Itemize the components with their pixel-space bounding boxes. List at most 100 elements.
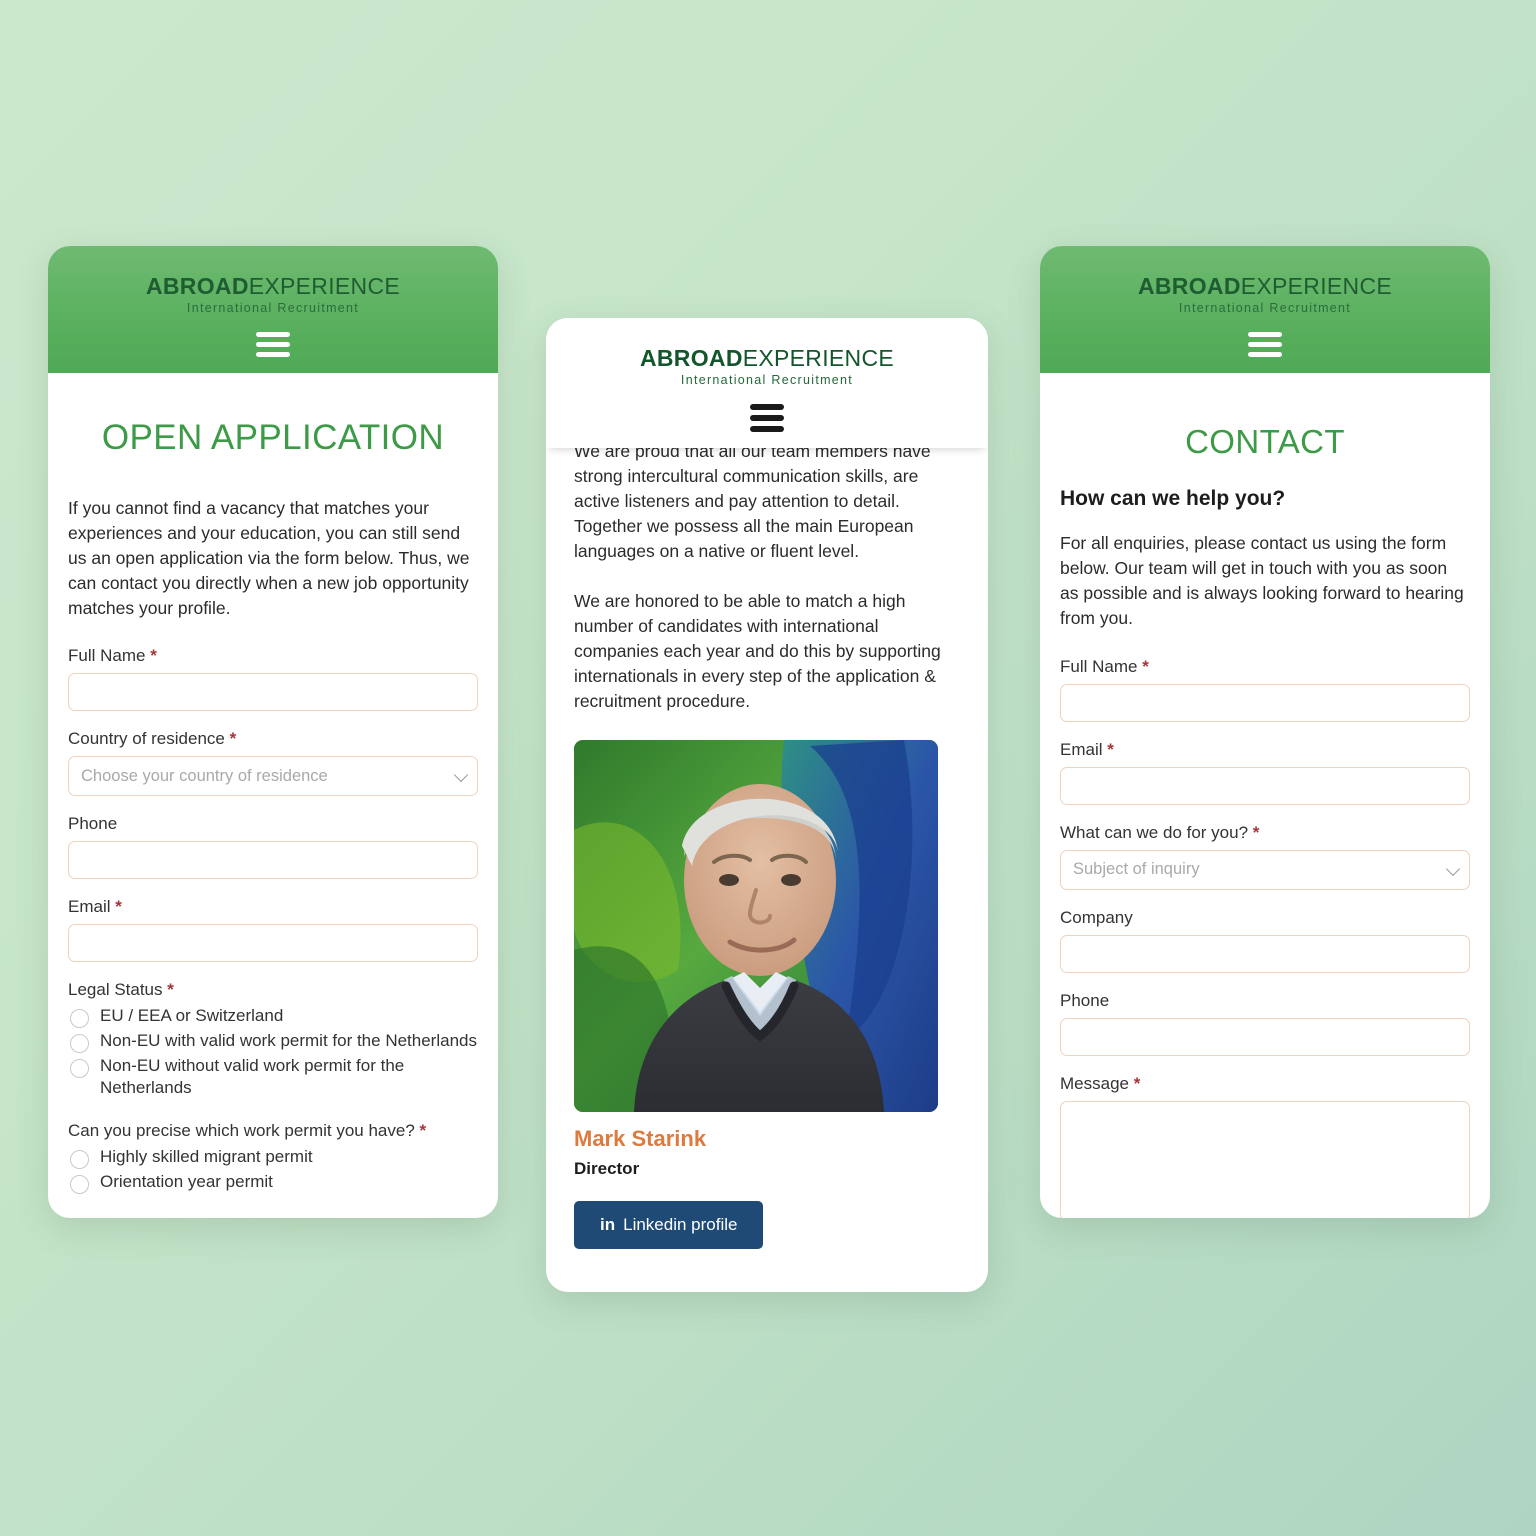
field-country-of-residence: Country of residence * Choose your count… bbox=[68, 729, 478, 797]
hamburger-bar bbox=[1248, 352, 1282, 358]
brand-logo-bold: ABROAD bbox=[1137, 273, 1241, 299]
required-asterisk: * bbox=[115, 897, 122, 917]
field-full-name: Full Name * bbox=[1060, 657, 1470, 722]
contact-intro: For all enquiries, please contact us usi… bbox=[1060, 533, 1464, 628]
hamburger-bar bbox=[1248, 342, 1282, 348]
hamburger-bar bbox=[256, 342, 290, 348]
radio-label: Orientation year permit bbox=[100, 1171, 273, 1191]
person-name: Mark Starink bbox=[574, 1125, 707, 1151]
work-permit-options: Highly skilled migrant permit Orientatio… bbox=[68, 1146, 478, 1194]
field-legal-status: Legal Status * EU / EEA or Switzerland N… bbox=[68, 980, 478, 1099]
required-asterisk: * bbox=[1133, 1073, 1141, 1093]
radio-icon bbox=[70, 1174, 89, 1194]
field-full-name: Full Name * bbox=[68, 646, 478, 712]
brand-logo[interactable]: ABROADEXPERIENCE bbox=[1040, 274, 1490, 298]
label-text: What can we do for you? bbox=[1060, 822, 1249, 842]
person-photo bbox=[574, 739, 938, 1112]
label-text: Country of residence bbox=[68, 729, 225, 749]
radio-label: EU / EEA or Switzerland bbox=[100, 1006, 284, 1026]
email-input[interactable] bbox=[68, 924, 478, 963]
hamburger-bar bbox=[1248, 332, 1282, 338]
label-email: Email * bbox=[68, 897, 478, 917]
team-paragraph-2: We are honored to be able to match a hig… bbox=[574, 591, 941, 711]
radio-work-permit-0[interactable]: Highly skilled migrant permit bbox=[68, 1146, 478, 1169]
hamburger-bar bbox=[750, 404, 784, 411]
required-asterisk: * bbox=[419, 1120, 427, 1140]
team-content: We are proud that all our team members h… bbox=[546, 439, 988, 1249]
label-text: Full Name bbox=[1060, 656, 1138, 676]
brand-logo-bold: ABROAD bbox=[639, 345, 743, 371]
company-input[interactable] bbox=[1060, 934, 1470, 973]
label-full-name: Full Name * bbox=[68, 646, 478, 666]
radio-icon bbox=[70, 1009, 89, 1029]
open-application-content: OPEN APPLICATION If you cannot find a va… bbox=[48, 418, 498, 1194]
label-text: Email bbox=[68, 897, 111, 917]
brand-logo[interactable]: ABROADEXPERIENCE bbox=[48, 274, 498, 298]
required-asterisk: * bbox=[1252, 822, 1260, 842]
phone-input[interactable] bbox=[68, 841, 478, 880]
label-work-permit: Can you precise which work permit you ha… bbox=[68, 1121, 478, 1141]
page-title: OPEN APPLICATION bbox=[101, 418, 445, 458]
required-asterisk: * bbox=[1107, 739, 1114, 759]
brand-logo-bold: ABROAD bbox=[145, 273, 249, 299]
required-asterisk: * bbox=[229, 729, 237, 749]
radio-legal-status-2[interactable]: Non-EU without valid work permit for the… bbox=[68, 1055, 478, 1099]
linkedin-icon: in bbox=[600, 1214, 616, 1234]
hamburger-menu-icon[interactable] bbox=[256, 332, 290, 358]
brand-logo[interactable]: ABROADEXPERIENCE bbox=[546, 346, 988, 370]
brand-logo-light: EXPERIENCE bbox=[248, 273, 400, 299]
phone-screen-contact: ABROADEXPERIENCE International Recruitme… bbox=[1040, 246, 1490, 1218]
brand-tagline: International Recruitment bbox=[1178, 301, 1352, 316]
field-phone: Phone bbox=[68, 814, 478, 880]
linkedin-profile-button[interactable]: in Linkedin profile bbox=[574, 1200, 764, 1249]
label-phone: Phone bbox=[1060, 990, 1110, 1010]
contact-heading: How can we help you? bbox=[1060, 487, 1286, 511]
team-paragraph-1: We are proud that all our team members h… bbox=[574, 441, 931, 561]
field-phone: Phone bbox=[1060, 991, 1470, 1056]
field-email: Email * bbox=[1060, 740, 1470, 805]
radio-icon bbox=[70, 1059, 89, 1079]
full-name-input[interactable] bbox=[68, 673, 478, 712]
hamburger-menu-icon[interactable] bbox=[750, 404, 784, 433]
field-email: Email * bbox=[68, 897, 478, 963]
label-text: Legal Status bbox=[68, 980, 163, 1000]
label-phone: Phone bbox=[68, 814, 118, 834]
country-select[interactable]: Choose your country of residence bbox=[68, 756, 478, 797]
brand-tagline: International Recruitment bbox=[680, 373, 854, 388]
label-text: Full Name bbox=[68, 646, 146, 666]
label-company: Company bbox=[1060, 907, 1133, 927]
label-text: Can you precise which work permit you ha… bbox=[68, 1120, 415, 1140]
field-work-permit: Can you precise which work permit you ha… bbox=[68, 1121, 478, 1194]
label-legal-status: Legal Status * bbox=[68, 980, 478, 1000]
radio-icon bbox=[70, 1034, 89, 1054]
subject-select-wrapper: Subject of inquiry bbox=[1060, 849, 1470, 890]
country-select-wrapper: Choose your country of residence bbox=[68, 756, 478, 797]
label-email: Email * bbox=[1060, 740, 1470, 760]
radio-work-permit-1[interactable]: Orientation year permit bbox=[68, 1171, 478, 1194]
email-input[interactable] bbox=[1060, 766, 1470, 805]
required-asterisk: * bbox=[150, 646, 157, 666]
radio-label: Highly skilled migrant permit bbox=[100, 1146, 313, 1166]
hamburger-bar bbox=[750, 426, 784, 433]
person-photo-illustration bbox=[574, 739, 938, 1112]
subject-select[interactable]: Subject of inquiry bbox=[1060, 849, 1470, 890]
hamburger-bar bbox=[256, 352, 290, 358]
hamburger-menu-icon[interactable] bbox=[1248, 332, 1282, 358]
message-textarea[interactable] bbox=[1060, 1100, 1470, 1218]
field-subject: What can we do for you? * Subject of inq… bbox=[1060, 823, 1470, 890]
site-header-green: ABROADEXPERIENCE International Recruitme… bbox=[48, 246, 498, 374]
radio-legal-status-1[interactable]: Non-EU with valid work permit for the Ne… bbox=[68, 1030, 478, 1054]
page-title: CONTACT bbox=[1185, 423, 1345, 461]
field-message: Message * bbox=[1060, 1074, 1470, 1218]
label-message: Message * bbox=[1060, 1074, 1470, 1094]
radio-legal-status-0[interactable]: EU / EEA or Switzerland bbox=[68, 1005, 478, 1029]
intro-paragraph: If you cannot find a vacancy that matche… bbox=[68, 498, 470, 618]
label-text: Message bbox=[1060, 1073, 1129, 1093]
full-name-input[interactable] bbox=[1060, 683, 1470, 722]
label-full-name: Full Name * bbox=[1060, 657, 1470, 677]
label-subject: What can we do for you? * bbox=[1060, 823, 1470, 843]
phone-input[interactable] bbox=[1060, 1017, 1470, 1056]
required-asterisk: * bbox=[167, 980, 174, 1000]
brand-logo-light: EXPERIENCE bbox=[1240, 273, 1392, 299]
contact-content: CONTACT How can we help you? For all enq… bbox=[1040, 423, 1490, 1218]
